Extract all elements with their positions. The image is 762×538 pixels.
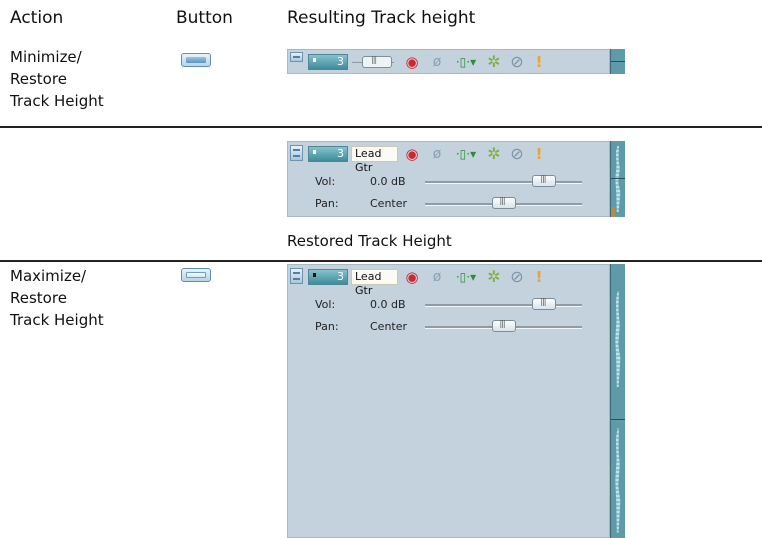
minimize-track-button[interactable] xyxy=(290,52,303,62)
volume-label: Vol: xyxy=(315,298,336,311)
volume-value: 0.0 dB xyxy=(370,175,406,188)
restore-track-button[interactable] xyxy=(290,145,303,161)
action-line: Restore xyxy=(10,70,67,88)
pan-value: Center xyxy=(370,197,408,210)
track-name[interactable]: Lead Gtr xyxy=(351,269,398,297)
volume-label: Vol: xyxy=(315,175,336,188)
record-arm-icon[interactable]: ◉ xyxy=(404,146,420,162)
action-maximize: Maximize/ Restore Track Height xyxy=(10,265,104,331)
action-line: Restore xyxy=(10,289,67,307)
waveform-restored xyxy=(610,141,625,217)
pan-value: Center xyxy=(370,320,408,333)
solo-icon[interactable]: ! xyxy=(531,54,547,70)
track-number[interactable]: 3 xyxy=(308,146,348,162)
restore-track-button[interactable] xyxy=(290,268,303,284)
invert-phase-icon[interactable]: ø xyxy=(429,269,445,285)
waveform-maximized xyxy=(610,264,625,538)
volume-slider-track xyxy=(425,181,582,184)
track-minimized: 3 ◉ ø ·▯·▾ ✲ ⊘ ! xyxy=(287,49,610,74)
volume-value: 0.0 dB xyxy=(370,298,406,311)
header-button: Button xyxy=(176,8,233,28)
volume-slider[interactable] xyxy=(532,297,557,310)
track-restored: 3 Lead Gtr ◉ ø ·▯·▾ ✲ ⊘ ! Vol: 0.0 dB Pa… xyxy=(287,141,610,217)
track-maximized: 3 Lead Gtr ◉ ø ·▯·▾ ✲ ⊘ ! Vol: 0.0 dB Pa… xyxy=(287,264,610,538)
automation-settings-icon[interactable]: ✲ xyxy=(486,54,502,70)
automation-settings-icon[interactable]: ✲ xyxy=(486,269,502,285)
invert-phase-icon[interactable]: ø xyxy=(429,146,445,162)
volume-slider[interactable] xyxy=(532,174,557,187)
volume-slider-track xyxy=(425,304,582,307)
track-number[interactable]: 3 xyxy=(308,54,348,70)
solo-icon[interactable]: ! xyxy=(531,146,547,162)
mute-icon[interactable]: ⊘ xyxy=(509,146,525,162)
automation-settings-icon[interactable]: ✲ xyxy=(486,146,502,162)
pan-slider[interactable] xyxy=(491,319,516,332)
solo-icon[interactable]: ! xyxy=(531,269,547,285)
track-name[interactable]: Lead Gtr xyxy=(351,146,398,174)
header-result: Resulting Track height xyxy=(287,8,476,28)
track-fx-icon[interactable]: ·▯·▾ xyxy=(452,54,480,70)
record-arm-icon[interactable]: ◉ xyxy=(404,54,420,70)
invert-phase-icon[interactable]: ø xyxy=(429,54,445,70)
waveform-minimized xyxy=(610,49,625,74)
restored-caption: Restored Track Height xyxy=(287,232,452,250)
mute-icon[interactable]: ⊘ xyxy=(509,54,525,70)
pan-label: Pan: xyxy=(315,197,339,210)
minimize-track-height-icon xyxy=(181,53,211,67)
action-line: Maximize/ xyxy=(10,267,87,285)
action-line: Track Height xyxy=(10,92,104,110)
track-fx-icon[interactable]: ·▯·▾ xyxy=(452,269,480,285)
volume-mini-slider[interactable] xyxy=(362,55,392,68)
row-divider xyxy=(0,126,762,128)
action-line: Track Height xyxy=(10,311,104,329)
pan-slider[interactable] xyxy=(491,196,516,209)
row-divider xyxy=(0,260,762,262)
mute-icon[interactable]: ⊘ xyxy=(509,269,525,285)
maximize-track-height-icon xyxy=(181,268,211,282)
action-minimize: Minimize/ Restore Track Height xyxy=(10,46,104,112)
record-arm-icon[interactable]: ◉ xyxy=(404,269,420,285)
action-line: Minimize/ xyxy=(10,48,82,66)
track-number[interactable]: 3 xyxy=(308,269,348,285)
pan-label: Pan: xyxy=(315,320,339,333)
header-action: Action xyxy=(10,8,64,28)
track-fx-icon[interactable]: ·▯·▾ xyxy=(452,146,480,162)
